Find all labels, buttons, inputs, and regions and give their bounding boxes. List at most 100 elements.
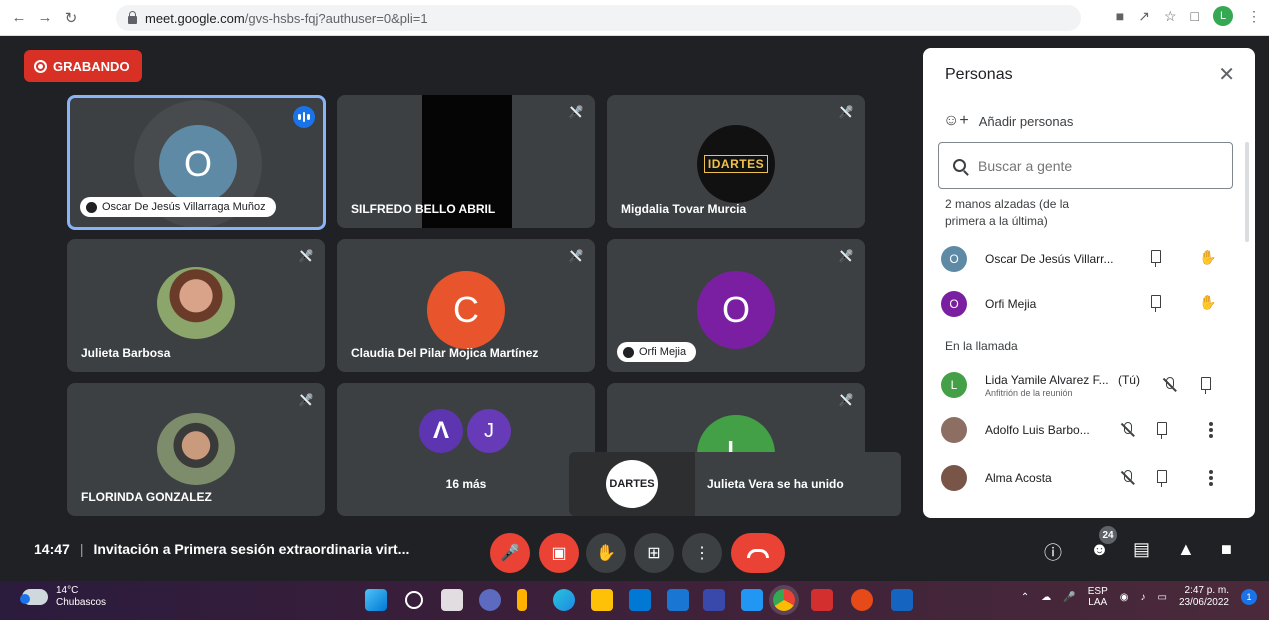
- pin-icon[interactable]: [1151, 295, 1161, 312]
- forward-arrow-icon[interactable]: →: [34, 7, 56, 29]
- activities-icon[interactable]: ▲: [1177, 539, 1195, 560]
- more-options-icon[interactable]: [1209, 422, 1213, 438]
- tray-chevron-icon[interactable]: ⌃: [1021, 592, 1029, 603]
- clock-time: 2:47 p. m.: [1184, 585, 1229, 596]
- powerpoint-icon[interactable]: [851, 589, 873, 611]
- mic-toggle-button[interactable]: 🎤: [490, 533, 530, 573]
- url-text: meet.google.com/gvs-hsbs-fqj?authuser=0&…: [145, 11, 428, 26]
- raise-hand-button[interactable]: ✋: [586, 533, 626, 573]
- avatar: L: [941, 372, 967, 398]
- people-search-box[interactable]: [938, 142, 1233, 189]
- volume-icon[interactable]: ♪: [1140, 592, 1145, 603]
- pin-icon[interactable]: [1201, 377, 1211, 394]
- chrome-icon[interactable]: [773, 589, 795, 611]
- search-icon[interactable]: [405, 591, 423, 609]
- participant-row[interactable]: Alma Acosta: [941, 463, 1231, 493]
- avatar: [941, 465, 967, 491]
- participant-name: Orfi Mejia: [639, 346, 687, 358]
- acrobat-icon[interactable]: [811, 589, 833, 611]
- profile-avatar[interactable]: L: [1213, 6, 1233, 26]
- battery-icon[interactable]: ▭: [1157, 592, 1166, 603]
- raised-hand-row[interactable]: O Orfi Mejia ✋: [941, 289, 1231, 319]
- mail-icon[interactable]: [667, 589, 689, 611]
- back-arrow-icon[interactable]: ←: [8, 7, 30, 29]
- lang-code: ESP: [1087, 586, 1108, 597]
- browser-menu-icon[interactable]: ⋮: [1247, 8, 1261, 25]
- pin-icon[interactable]: [1157, 470, 1167, 487]
- lower-hand-icon[interactable]: ✋: [1199, 294, 1216, 311]
- raised-hand-row[interactable]: O Oscar De Jesús Villarr... ✋: [941, 244, 1231, 274]
- participant-name: Migdalia Tovar Murcia: [621, 202, 747, 216]
- people-panel: Personas ✕ ☺+ Añadir personas 2 manos al…: [923, 48, 1255, 518]
- temperature: 14°C: [56, 585, 79, 596]
- lower-hand-icon[interactable]: ✋: [1199, 249, 1216, 266]
- mic-off-icon: [1121, 422, 1133, 438]
- present-button[interactable]: ⊞: [634, 533, 674, 573]
- pin-icon[interactable]: [1157, 422, 1167, 439]
- participant-tile-overflow[interactable]: Λ J 16 más: [337, 383, 595, 516]
- raised-hand-icon: [86, 201, 97, 213]
- bookmark-star-icon[interactable]: ☆: [1164, 8, 1177, 25]
- hang-up-icon: [747, 548, 769, 558]
- weather-widget[interactable]: 14°C Chubascos: [20, 585, 106, 609]
- teams-chat-icon[interactable]: [479, 589, 501, 611]
- language-indicator[interactable]: ESP LAA: [1088, 586, 1108, 608]
- meeting-info-icon[interactable]: ⓘ: [1044, 539, 1062, 565]
- people-search-input[interactable]: [978, 157, 1208, 174]
- close-icon[interactable]: ✕: [1218, 62, 1235, 87]
- side-panel-icon[interactable]: □: [1191, 8, 1199, 24]
- camera-toggle-button[interactable]: ▣: [539, 533, 579, 573]
- participant-tile[interactable]: O 🎤 Orfi Mejia: [607, 239, 865, 372]
- widget-icon[interactable]: [517, 589, 527, 611]
- participant-name: FLORINDA GONZALEZ: [81, 490, 212, 504]
- participant-photo: [157, 267, 235, 339]
- share-icon[interactable]: ↗: [1138, 8, 1150, 25]
- more-options-icon[interactable]: [1209, 470, 1213, 486]
- participant-row[interactable]: L Lida Yamile Alvarez F... (Tú) Anfitrió…: [941, 368, 1231, 402]
- host-controls-icon[interactable]: ■: [1221, 539, 1232, 560]
- more-options-button[interactable]: ⋮: [682, 533, 722, 573]
- edge-icon[interactable]: [553, 589, 575, 611]
- notification-badge[interactable]: 1: [1241, 589, 1257, 605]
- participant-tile[interactable]: IDARTES 🎤 Migdalia Tovar Murcia: [607, 95, 865, 228]
- mic-off-icon: 🎤: [838, 249, 854, 263]
- windows-taskbar: 14°C Chubascos ⌃ ☁ 🎤 ESP LAA ◉ ♪ ▭ 2:47 …: [0, 581, 1269, 620]
- recording-badge[interactable]: GRABANDO: [24, 50, 142, 82]
- record-icon: [34, 59, 47, 73]
- pin-icon[interactable]: [1151, 250, 1161, 267]
- people-icon[interactable]: ☻: [1090, 539, 1109, 560]
- reload-icon[interactable]: ↻: [60, 7, 82, 29]
- panel-scrollbar[interactable]: [1245, 142, 1249, 242]
- store-icon[interactable]: [629, 589, 651, 611]
- task-view-icon[interactable]: [441, 589, 463, 611]
- file-explorer-icon[interactable]: [591, 589, 613, 611]
- participant-photo: [157, 413, 235, 485]
- mic-tray-icon[interactable]: 🎤: [1063, 592, 1075, 603]
- chat-icon[interactable]: ▤: [1133, 539, 1150, 560]
- dropbox-icon[interactable]: [741, 589, 763, 611]
- windows-start-icon[interactable]: [365, 589, 387, 611]
- browser-toolbar: ← → ↻ meet.google.com/gvs-hsbs-fqj?authu…: [0, 0, 1269, 36]
- participant-tile[interactable]: 🎤 FLORINDA GONZALEZ: [67, 383, 325, 516]
- app-icon[interactable]: [703, 589, 725, 611]
- add-people-label: Añadir personas: [978, 113, 1074, 129]
- address-bar[interactable]: meet.google.com/gvs-hsbs-fqj?authuser=0&…: [116, 5, 1081, 31]
- leave-call-button[interactable]: [731, 533, 785, 573]
- word-icon[interactable]: [891, 589, 913, 611]
- participant-name: SILFREDO BELLO ABRIL: [351, 202, 496, 216]
- speaking-indicator-icon: [293, 106, 315, 128]
- participant-tile[interactable]: 🎤 SILFREDO BELLO ABRIL: [337, 95, 595, 228]
- wifi-icon[interactable]: ◉: [1120, 592, 1129, 603]
- join-notification: DARTES Julieta Vera se ha unido: [569, 452, 901, 516]
- participant-tile[interactable]: O Oscar De Jesús Villarraga Muñoz: [67, 95, 326, 230]
- tray-app-icon[interactable]: ☁: [1041, 592, 1051, 603]
- hand-icon: ✋: [596, 545, 616, 562]
- participant-row[interactable]: Adolfo Luis Barbo...: [941, 415, 1231, 445]
- system-clock[interactable]: 2:47 p. m. 23/06/2022: [1179, 585, 1229, 609]
- participant-tile[interactable]: 🎤 Julieta Barbosa: [67, 239, 325, 372]
- participant-name: Claudia Del Pilar Mojica Martínez: [351, 346, 539, 360]
- participant-tile[interactable]: C 🎤 Claudia Del Pilar Mojica Martínez: [337, 239, 595, 372]
- participant-name-pill: Oscar De Jesús Villarraga Muñoz: [80, 197, 276, 217]
- camera-indicator-icon[interactable]: ■: [1116, 8, 1124, 24]
- add-people-button[interactable]: ☺+ Añadir personas: [943, 112, 1073, 130]
